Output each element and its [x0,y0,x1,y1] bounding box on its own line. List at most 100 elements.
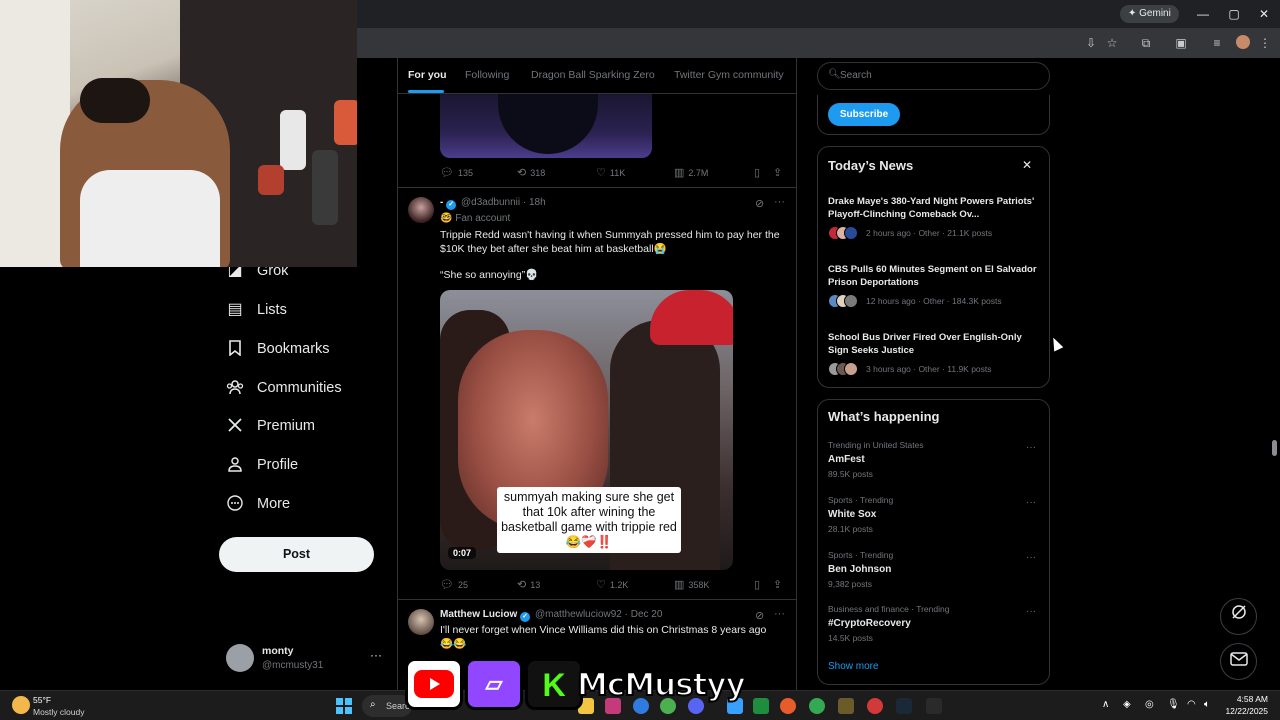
search-input[interactable]: 🔍︎ Search [817,62,1050,90]
weather-icon[interactable] [12,696,30,714]
sidepanel-icon[interactable]: ▣ [1173,35,1189,51]
show-more-link[interactable]: Show more [828,661,879,672]
bookmark-button[interactable]: ▯ [754,166,764,179]
nav-item-more[interactable]: More [226,490,290,518]
previous-tweet-media[interactable] [440,94,652,158]
tweet-time[interactable]: · Dec 20 [625,609,663,620]
views-button[interactable]: ▥ 358K [674,578,709,591]
tab-following[interactable]: Following [465,69,509,81]
weather-description[interactable]: Mostly cloudy [33,707,85,717]
feed-tabs: For you Following Dragon Ball Sparking Z… [398,58,796,94]
reply-button[interactable]: 💬︎ 25 [440,578,468,591]
wifi-icon[interactable]: ◠ [1187,699,1196,710]
maximize-icon[interactable]: ▢ [1224,5,1244,23]
weather-temperature[interactable]: 55°F [33,695,51,705]
trend-item[interactable]: Sports · Trending Ben Johnson 9,382 post… [828,550,1040,589]
trend-item[interactable]: Business and finance · Trending #CryptoR… [828,604,1040,643]
repost-button[interactable]: ⟲ 318 [517,166,545,179]
account-switcher[interactable]: monty @mcmusty31 ··· [226,643,386,675]
news-item[interactable]: Drake Maye's 380-Yard Night Powers Patri… [828,195,1040,240]
tab-for-you[interactable]: For you [408,69,447,81]
trend-name: Ben Johnson [828,564,892,575]
extensions-icon[interactable]: ⧉ [1138,35,1154,51]
like-button[interactable]: ♡ 1.2K [596,578,628,591]
nav-item-lists[interactable]: ▤ Lists [226,296,286,324]
grok-explain-icon[interactable]: ⊘ [755,609,764,622]
avatar[interactable] [408,609,434,635]
nav-item-bookmarks[interactable]: Bookmarks [226,335,330,363]
tweet-handle[interactable]: @matthewluciow92 [535,609,622,620]
taskbar-app-icon[interactable] [867,698,883,714]
news-item[interactable]: School Bus Driver Fired Over English-Onl… [828,331,1040,376]
tweet-text: I'll never forget when Vince Williams di… [440,624,767,650]
tweet-time[interactable]: · 18h [523,197,546,208]
more-icon[interactable]: ··· [774,608,785,620]
avatar[interactable] [408,197,434,223]
clock-time[interactable]: 4:58 AM [1232,694,1268,704]
more-icon[interactable]: ··· [370,648,382,662]
nav-item-communities[interactable]: Communities [226,374,342,402]
tweet-author-name[interactable]: - ✓ [440,197,457,210]
chevron-up-icon[interactable]: ∧ [1102,699,1109,710]
reply-button[interactable]: 💬︎ 135 [440,166,473,179]
media-icon[interactable]: ≡ [1209,35,1225,51]
nav-item-profile[interactable]: Profile [226,451,298,479]
post-button[interactable]: Post [219,537,374,572]
trend-item[interactable]: Sports · Trending White Sox 28.1K posts … [828,495,1040,534]
bookmark-button[interactable]: ▯ [754,578,764,591]
tweet-video[interactable]: summyah making sure she get that 10k aft… [440,290,733,570]
browser-profile-avatar[interactable] [1236,35,1250,49]
clock-date[interactable]: 12/22/2025 [1224,706,1268,716]
more-icon[interactable]: ··· [1026,442,1036,453]
windows-start-icon[interactable] [336,698,352,714]
more-icon[interactable]: ··· [1026,552,1036,563]
repost-button[interactable]: ⟲ 13 [517,578,540,591]
grok-explain-icon[interactable]: ⊘ [755,197,764,210]
subscribe-button[interactable]: Subscribe [828,103,900,126]
gemini-button[interactable]: ✦ Gemini [1120,5,1179,23]
star-icon[interactable]: ☆ [1104,35,1120,51]
volume-icon[interactable]: 🔈︎ [1204,699,1210,710]
tweet-divider [398,187,796,188]
share-button[interactable]: ⇪ [773,166,786,179]
tray-app-icon[interactable]: ◈ [1123,699,1131,710]
tweet-author-name[interactable]: Matthew Luciow ✓ [440,609,531,622]
messages-float-button[interactable] [1220,643,1257,680]
trend-count: 9,382 posts [828,579,872,589]
chrome-icon[interactable] [809,698,825,714]
close-window-icon[interactable]: ✕ [1254,5,1274,23]
nav-item-premium[interactable]: Premium [226,412,315,440]
scrollbar-thumb[interactable] [1272,440,1277,456]
share-button[interactable]: ⇪ [773,578,786,591]
minimize-icon[interactable]: — [1193,5,1213,23]
reply-icon: 💬︎ [440,579,454,591]
taskbar-app-icon[interactable] [838,698,854,714]
todays-news-title: Today’s News [828,158,914,173]
trend-item[interactable]: Trending in United States AmFest 89.5K p… [828,440,1040,479]
mouse-cursor-icon [1048,335,1064,352]
steam-icon[interactable] [896,698,912,714]
microphone-icon[interactable]: 🎙︎ [1167,699,1180,710]
reply-count: 25 [457,579,468,590]
epic-games-icon[interactable] [926,698,942,714]
excel-icon[interactable] [753,698,769,714]
install-icon[interactable]: ⇩ [1083,35,1099,51]
like-count: 11K [609,167,626,178]
tweet-handle[interactable]: @d3adbunnii [461,197,520,208]
more-icon[interactable]: ··· [1026,497,1036,508]
view-count: 2.7M [688,167,709,178]
news-item[interactable]: CBS Pulls 60 Minutes Segment on El Salva… [828,263,1040,308]
taskbar-app-icon[interactable] [780,698,796,714]
tab-gym-community[interactable]: Twitter Gym community [674,69,784,81]
close-icon[interactable]: ✕ [1022,158,1032,172]
views-button[interactable]: ▥ 2.7M [674,166,708,179]
more-icon[interactable]: ··· [1026,606,1036,617]
like-button[interactable]: ♡ 11K [596,166,625,179]
grok-float-button[interactable] [1220,598,1257,635]
tab-dragon-ball[interactable]: Dragon Ball Sparking Zero [531,69,655,81]
more-icon[interactable]: ··· [774,196,785,208]
verified-badge-icon: ✓ [520,612,531,622]
page-scrollbar[interactable] [1270,58,1280,690]
menu-icon[interactable]: ⋮ [1257,35,1273,51]
tray-app-icon[interactable]: ◎ [1145,699,1154,710]
